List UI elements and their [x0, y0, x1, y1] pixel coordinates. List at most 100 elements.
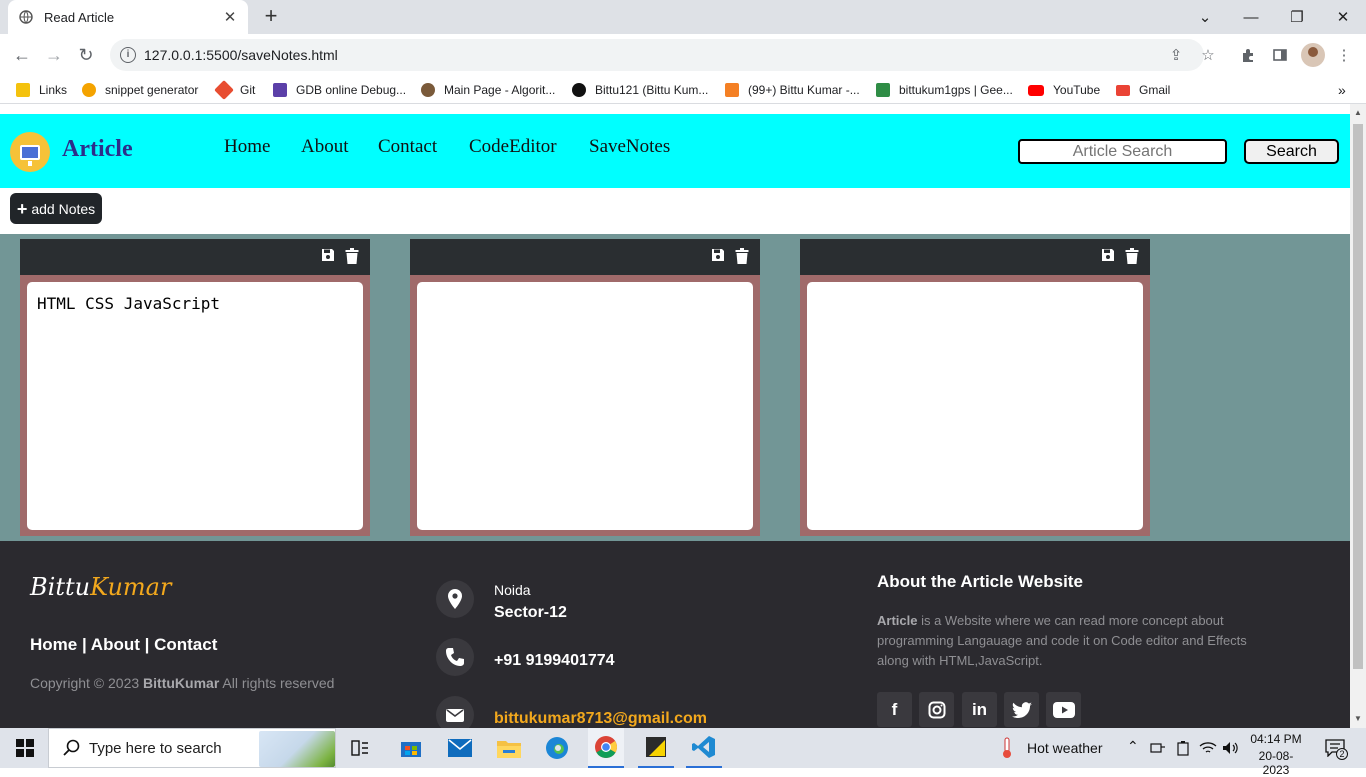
file-explorer-icon[interactable]: [492, 728, 526, 768]
search-button[interactable]: Search: [1244, 139, 1339, 164]
restore-button[interactable]: ❐: [1274, 0, 1320, 34]
battery-icon[interactable]: [1173, 728, 1193, 768]
bookmark-git[interactable]: Git: [214, 80, 255, 100]
bookmark-links[interactable]: Links: [16, 81, 67, 99]
star-icon: [82, 83, 96, 97]
address-bar[interactable]: i 127.0.0.1:5500/saveNotes.html ⇪ ☆: [110, 39, 1215, 71]
tab-search-chevron-icon[interactable]: ⌄: [1182, 0, 1228, 34]
site-info-icon[interactable]: i: [120, 47, 136, 63]
chrome-browser-icon[interactable]: [588, 728, 624, 768]
article-logo-icon[interactable]: [10, 132, 50, 172]
side-panel-icon[interactable]: [1268, 43, 1292, 67]
save-icon[interactable]: [1101, 248, 1117, 266]
save-icon[interactable]: [711, 248, 727, 266]
twitter-icon[interactable]: [1004, 692, 1039, 727]
bookmark-github[interactable]: Bittu121 (Bittu Kum...: [572, 81, 708, 99]
delete-icon[interactable]: [1125, 248, 1141, 266]
location-pin-icon: [436, 580, 474, 618]
algorithms-icon: [421, 83, 435, 97]
volume-icon[interactable]: [1221, 728, 1241, 768]
scroll-up-arrow-icon[interactable]: ▲: [1354, 108, 1362, 117]
close-window-button[interactable]: ✕: [1320, 0, 1366, 34]
note-textarea[interactable]: [417, 282, 753, 530]
note-textarea[interactable]: [807, 282, 1143, 530]
weather-thermometer-icon[interactable]: [994, 728, 1020, 768]
network-device-icon[interactable]: [1148, 728, 1168, 768]
microsoft-store-icon[interactable]: [394, 728, 428, 768]
mail-icon[interactable]: [443, 728, 477, 768]
gmail-icon: [1116, 84, 1130, 96]
task-view-icon[interactable]: [345, 728, 375, 768]
minimize-button[interactable]: —: [1228, 0, 1274, 34]
youtube-icon[interactable]: [1046, 692, 1081, 727]
clock-date[interactable]: 20-08-2023: [1246, 749, 1306, 777]
about-text: Article is a Website where we can read m…: [877, 611, 1267, 671]
more-menu-icon[interactable]: ⋮: [1332, 43, 1356, 67]
add-notes-button[interactable]: + add Notes: [10, 193, 102, 224]
close-tab-icon[interactable]: ✕: [222, 8, 238, 26]
nav-home[interactable]: Home: [224, 136, 270, 158]
extensions-icon[interactable]: [1236, 43, 1260, 67]
note-textarea[interactable]: HTML CSS JavaScript: [27, 282, 363, 530]
share-icon[interactable]: ⇪: [1166, 39, 1186, 71]
back-button[interactable]: ←: [10, 43, 34, 67]
instagram-icon[interactable]: [919, 692, 954, 727]
scrollbar-thumb[interactable]: [1353, 124, 1363, 669]
delete-icon[interactable]: [735, 248, 751, 266]
nav-contact[interactable]: Contact: [378, 136, 437, 158]
footer-links[interactable]: Home | About | Contact: [30, 635, 217, 655]
clock-time[interactable]: 04:14 PM: [1246, 732, 1306, 746]
scroll-down-arrow-icon[interactable]: ▼: [1354, 714, 1362, 723]
nav-about[interactable]: About: [301, 136, 349, 158]
nav-savenotes[interactable]: SaveNotes: [589, 136, 670, 158]
gdb-icon: [273, 83, 287, 97]
vscode-icon[interactable]: [686, 728, 722, 768]
footer-email[interactable]: bittukumar8713@gmail.com: [494, 710, 707, 728]
bookmark-label: snippet generator: [105, 83, 199, 97]
article-search-input[interactable]: [1018, 139, 1227, 164]
about-body: is a Website where we can read more conc…: [877, 613, 1247, 668]
footer-phone[interactable]: +91 9199401774: [494, 652, 615, 670]
note-card: [410, 239, 760, 536]
brand-name[interactable]: Article: [62, 136, 133, 163]
windows-start-icon[interactable]: [8, 728, 42, 768]
bookmark-stackoverflow[interactable]: (99+) Bittu Kumar -...: [725, 81, 860, 99]
bookmark-snippet-generator[interactable]: snippet generator: [82, 81, 198, 99]
bookmark-gdb[interactable]: GDB online Debug...: [273, 81, 406, 99]
youtube-icon: [1028, 84, 1044, 96]
nav-codeeditor[interactable]: CodeEditor: [469, 136, 557, 158]
page-scrollbar[interactable]: ▲ ▼: [1350, 104, 1366, 728]
reload-button[interactable]: ↻: [74, 43, 98, 67]
note-header: [20, 239, 370, 275]
forward-button[interactable]: →: [42, 43, 66, 67]
save-icon[interactable]: [321, 248, 337, 266]
wifi-icon[interactable]: [1198, 728, 1218, 768]
bookmark-label: bittukum1gps | Gee...: [899, 83, 1013, 97]
edge-browser-icon[interactable]: [540, 728, 574, 768]
bookmark-label: (99+) Bittu Kumar -...: [748, 83, 860, 97]
new-tab-button[interactable]: +: [260, 5, 282, 28]
search-icon: [63, 739, 80, 756]
bookmark-geeksforgeeks[interactable]: bittukum1gps | Gee...: [876, 81, 1013, 99]
phone-icon: [436, 638, 474, 676]
more-bookmarks-icon[interactable]: »: [1338, 81, 1346, 99]
chevron-up-icon[interactable]: ⌃: [1127, 738, 1139, 755]
bookmark-algorithms[interactable]: Main Page - Algorit...: [421, 81, 555, 99]
delete-icon[interactable]: [345, 248, 361, 266]
footer-logo[interactable]: BittuKumar: [30, 573, 171, 601]
about-bold: Article: [877, 613, 918, 628]
sticky-notes-icon[interactable]: [638, 728, 674, 768]
bookmark-youtube[interactable]: YouTube: [1028, 81, 1100, 99]
facebook-icon[interactable]: f: [877, 692, 912, 727]
notification-badge: 2: [1336, 748, 1348, 760]
note-header: [800, 239, 1150, 275]
linkedin-icon[interactable]: in: [962, 692, 997, 727]
taskbar-search[interactable]: Type here to search: [48, 728, 336, 768]
weather-text[interactable]: Hot weather: [1027, 740, 1102, 756]
folder-icon: [16, 83, 30, 97]
browser-tab[interactable]: Read Article ✕: [8, 0, 248, 34]
profile-avatar[interactable]: [1301, 43, 1325, 67]
footer-sector: Sector-12: [494, 604, 567, 621]
bookmark-star-icon[interactable]: ☆: [1198, 39, 1218, 71]
bookmark-gmail[interactable]: Gmail: [1116, 81, 1170, 99]
